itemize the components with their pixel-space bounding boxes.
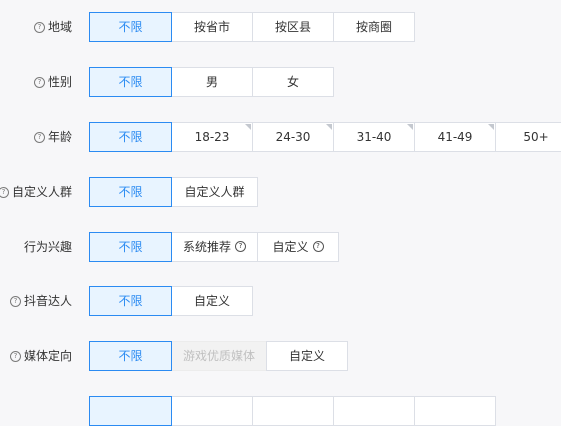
interest-label-text: 行为兴趣 bbox=[23, 240, 72, 254]
region-row: ? 地域 不限 按省市 按区县 按商圈 bbox=[0, 12, 561, 42]
age-label-text: 年龄 bbox=[47, 130, 72, 144]
media-label: ? 媒体定向 bbox=[9, 341, 72, 371]
custom-audience-option-unlimited[interactable]: 不限 bbox=[89, 177, 172, 207]
age-option-24-30[interactable]: 24-30 bbox=[252, 122, 334, 152]
help-icon[interactable]: ? bbox=[312, 241, 324, 252]
corner-triangle-icon bbox=[407, 124, 413, 130]
region-option-by-province-city[interactable]: 按省市 bbox=[171, 12, 253, 42]
next-row-option[interactable] bbox=[414, 396, 496, 426]
region-option-by-business-area[interactable]: 按商圈 bbox=[333, 12, 415, 42]
gender-option-unlimited[interactable]: 不限 bbox=[89, 67, 172, 97]
gender-row: ? 性别 不限 男 女 bbox=[0, 67, 561, 97]
media-option-game-quality-media: 游戏优质媒体 bbox=[171, 341, 267, 371]
help-icon[interactable]: ? bbox=[33, 131, 45, 143]
age-option-label: 31-40 bbox=[356, 130, 392, 144]
next-row-option[interactable] bbox=[171, 396, 253, 426]
next-row-option[interactable] bbox=[333, 396, 415, 426]
gender-options: 不限 男 女 bbox=[89, 67, 334, 97]
media-label-text: 媒体定向 bbox=[23, 349, 72, 363]
region-option-unlimited[interactable]: 不限 bbox=[89, 12, 172, 42]
help-icon[interactable]: ? bbox=[33, 21, 45, 33]
douyin-kol-row: ? 抖音达人 不限 自定义 bbox=[0, 286, 561, 316]
region-options: 不限 按省市 按区县 按商圈 bbox=[89, 12, 415, 42]
age-options: 不限 18-23 24-30 31-40 41-49 50+ bbox=[89, 122, 561, 152]
age-row: ? 年龄 不限 18-23 24-30 31-40 41-49 50+ bbox=[0, 122, 561, 152]
next-row-options bbox=[89, 396, 496, 426]
douyin-kol-options: 不限 自定义 bbox=[89, 286, 253, 316]
age-option-50-plus[interactable]: 50+ bbox=[495, 122, 561, 152]
interest-row: 行为兴趣 不限 系统推荐? 自定义? bbox=[0, 232, 561, 262]
next-row-partial bbox=[0, 396, 561, 426]
age-option-31-40[interactable]: 31-40 bbox=[333, 122, 415, 152]
custom-audience-options: 不限 自定义人群 bbox=[89, 177, 258, 207]
age-option-label: 18-23 bbox=[194, 130, 230, 144]
age-option-label: 24-30 bbox=[275, 130, 311, 144]
media-row: ? 媒体定向 不限 游戏优质媒体 自定义 bbox=[0, 341, 561, 371]
custom-audience-label: ? 自定义人群 bbox=[0, 177, 72, 207]
age-option-label: 41-49 bbox=[437, 130, 473, 144]
next-row-option[interactable] bbox=[89, 396, 172, 426]
next-row-option[interactable] bbox=[252, 396, 334, 426]
age-option-label: 50+ bbox=[523, 130, 549, 144]
interest-option-unlimited[interactable]: 不限 bbox=[89, 232, 172, 262]
interest-option-custom[interactable]: 自定义? bbox=[257, 232, 339, 262]
gender-option-female[interactable]: 女 bbox=[252, 67, 334, 97]
help-icon[interactable]: ? bbox=[0, 186, 9, 198]
gender-label: ? 性别 bbox=[33, 67, 72, 97]
age-option-18-23[interactable]: 18-23 bbox=[171, 122, 253, 152]
help-icon[interactable]: ? bbox=[33, 76, 45, 88]
douyin-kol-label-text: 抖音达人 bbox=[23, 294, 72, 308]
custom-audience-option-custom[interactable]: 自定义人群 bbox=[171, 177, 258, 207]
douyin-kol-option-unlimited[interactable]: 不限 bbox=[89, 286, 172, 316]
region-label: ? 地域 bbox=[33, 12, 72, 42]
custom-audience-label-text: 自定义人群 bbox=[11, 185, 72, 199]
custom-audience-row: ? 自定义人群 不限 自定义人群 bbox=[0, 177, 561, 207]
douyin-kol-label: ? 抖音达人 bbox=[9, 286, 72, 316]
interest-option-label: 自定义 bbox=[272, 240, 309, 254]
region-option-by-district[interactable]: 按区县 bbox=[252, 12, 334, 42]
age-option-unlimited[interactable]: 不限 bbox=[89, 122, 172, 152]
douyin-kol-option-custom[interactable]: 自定义 bbox=[171, 286, 253, 316]
media-option-unlimited[interactable]: 不限 bbox=[89, 341, 172, 371]
gender-label-text: 性别 bbox=[47, 75, 72, 89]
age-label: ? 年龄 bbox=[33, 122, 72, 152]
help-icon[interactable]: ? bbox=[9, 295, 21, 307]
age-option-41-49[interactable]: 41-49 bbox=[414, 122, 496, 152]
corner-triangle-icon bbox=[488, 124, 494, 130]
interest-options: 不限 系统推荐? 自定义? bbox=[89, 232, 339, 262]
corner-triangle-icon bbox=[245, 124, 251, 130]
region-label-text: 地域 bbox=[47, 20, 72, 34]
interest-option-label: 系统推荐 bbox=[182, 240, 231, 254]
media-option-custom[interactable]: 自定义 bbox=[266, 341, 348, 371]
corner-triangle-icon bbox=[326, 124, 332, 130]
interest-label: 行为兴趣 bbox=[24, 232, 72, 262]
help-icon[interactable]: ? bbox=[235, 241, 246, 252]
media-options: 不限 游戏优质媒体 自定义 bbox=[89, 341, 348, 371]
gender-option-male[interactable]: 男 bbox=[171, 67, 253, 97]
help-icon[interactable]: ? bbox=[9, 350, 21, 362]
interest-option-system-recommend[interactable]: 系统推荐? bbox=[171, 232, 258, 262]
